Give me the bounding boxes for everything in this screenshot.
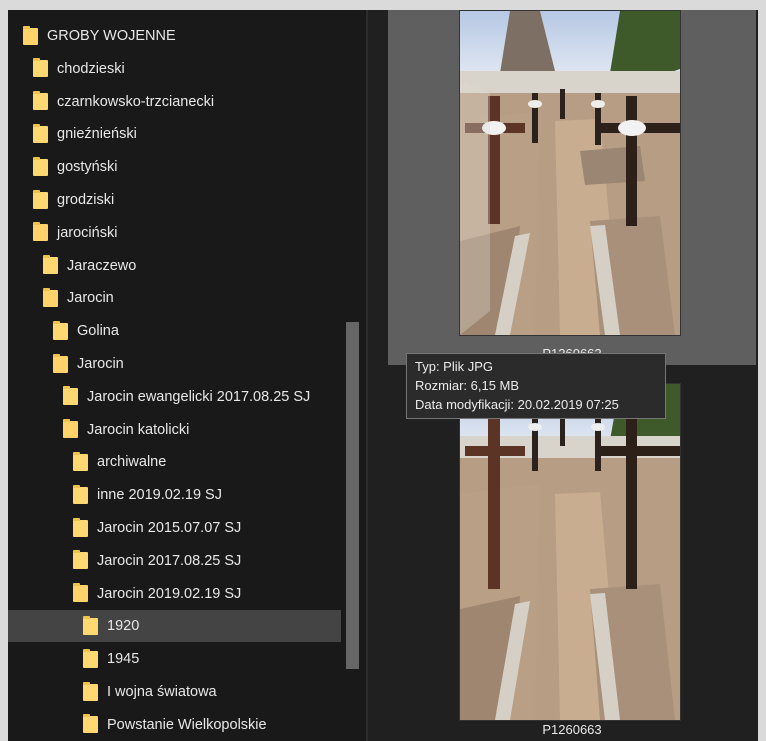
tree-item[interactable]: chodzieski [8,53,341,85]
folder-icon [43,255,58,275]
tree-item[interactable]: jarociński [8,217,341,249]
folder-icon [33,156,48,176]
tree-item-label: czarnkowsko-trzcianecki [57,93,215,110]
folder-icon [33,58,48,78]
tree-item[interactable]: gostyński [8,151,341,183]
folder-icon [83,648,98,668]
tree-item-label: Powstanie Wielkopolskie [107,716,267,733]
thumbnail-caption: P1260663 [542,722,602,737]
thumbnail-tile[interactable]: P1260662 [388,10,756,365]
folder-icon [33,189,48,209]
tree-item[interactable]: Jaraczewo [8,250,341,282]
tree-item-label: Jarocin 2017.08.25 SJ [97,552,242,569]
tree-item[interactable]: Jarocin ewangelicki 2017.08.25 SJ [8,381,341,413]
tree-item-label: chodzieski [57,60,125,77]
tree-item[interactable]: Golina [8,315,341,347]
folder-icon [63,386,78,406]
folder-icon [33,123,48,143]
tree-item-label: gostyński [57,159,118,176]
tree-item[interactable]: Jarocin 2015.07.07 SJ [8,512,341,544]
tree-item-label: inne 2019.02.19 SJ [97,487,222,504]
tree-item-label: I wojna światowa [107,684,217,700]
tree-item[interactable]: Jarocin katolicki [8,414,341,446]
folder-icon [33,222,48,242]
tree-item[interactable]: I wojna światowa [8,676,341,708]
tree-item-label: Jarocin [77,356,124,372]
folder-icon [73,517,88,537]
tree-item[interactable]: Jarocin 2019.02.19 SJ [8,578,341,610]
tree-item[interactable]: Jarocin [8,282,341,314]
folder-icon [83,681,98,701]
folder-tree-pane: GROBY WOJENNE chodzieski czarnkowsko-trzci… [8,10,366,741]
tree-item[interactable]: archiwalne [8,446,341,478]
tree-scrollbar[interactable] [341,10,366,741]
tree-item-label: grodziski [57,192,115,208]
tree-item[interactable]: gnieźnieński [8,118,341,150]
tree-item-label: 1945 [107,651,140,668]
folder-icon [73,451,88,471]
tree-item-label: Jarocin katolicki [87,421,190,438]
cemetery-photo[interactable] [459,383,681,721]
tree-item[interactable]: inne 2019.02.19 SJ [8,479,341,511]
tree-item-label: GROBY WOJENNE [47,28,176,44]
tooltip-modified: Data modyfikacji: 20.02.2019 07:25 [415,397,619,412]
folder-icon [33,91,48,111]
folder-icon [83,615,98,635]
tree-item-label: 1920 [107,618,140,635]
tree-item-label: Jaraczewo [67,257,137,274]
tree-item-label: Golina [77,323,119,340]
tree-item[interactable]: czarnkowsko-trzcianecki [8,86,341,118]
tree-item[interactable]: Jarocin [8,348,341,380]
folder-icon [23,25,38,45]
tooltip-size: Rozmiar: 6,15 MB [415,378,520,393]
folder-icon [63,419,78,439]
folder-icon [83,714,98,734]
thumbnail-tile[interactable]: P1260663 [388,378,756,741]
tree-item[interactable]: Jarocin 2017.08.25 SJ [8,545,341,577]
tree-item-label: Jarocin [67,290,114,307]
folder-icon [73,583,88,603]
tree-item[interactable]: Powstanie Wielkopolskie [8,709,341,741]
tree-item-label: jarociński [57,224,118,241]
tree-item-label: gnieźnieński [57,126,137,143]
tree-item[interactable]: GROBY WOJENNE [8,20,341,52]
tree-item-label: archiwalne [97,454,167,471]
tree-scrollbar-thumb[interactable] [346,322,359,669]
tooltip-type: Typ: Plik JPG [415,359,494,374]
tree-item[interactable]: 1920 [8,610,341,643]
tree-item-label: Jarocin ewangelicki 2017.08.25 SJ [87,388,311,405]
folder-icon [73,550,88,570]
folder-icon [73,484,88,504]
folder-icon [43,287,58,307]
cemetery-photo[interactable] [459,10,681,336]
tree-item-label: Jarocin 2019.02.19 SJ [97,585,242,602]
file-info-tooltip: Typ: Plik JPG Rozmiar: 6,15 MB Data mody… [406,353,666,419]
folder-icon [53,320,68,340]
tree-item[interactable]: grodziski [8,184,341,216]
folder-icon [53,353,68,373]
tree-item-label: Jarocin 2015.07.07 SJ [97,520,242,536]
tree-item[interactable]: 1945 [8,643,341,675]
